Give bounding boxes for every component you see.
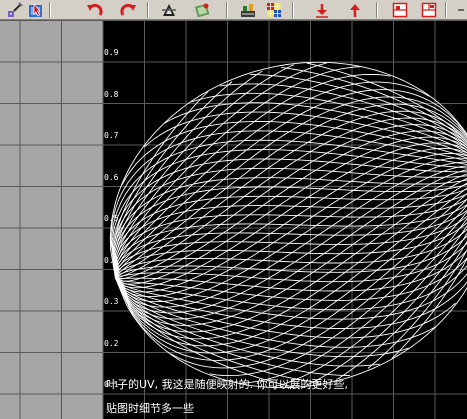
map-edit-icon[interactable] (6, 1, 24, 19)
v-tick-label: 0.4 (104, 255, 119, 265)
mesh-edge (115, 277, 294, 388)
uv-editor-toolbar (0, 0, 467, 20)
v-tick-label: 0.5 (104, 214, 119, 223)
v-tick-label: 0.2 (104, 338, 119, 348)
view-options-icon[interactable] (420, 1, 438, 19)
v-tick-label: 0.6 (104, 172, 119, 182)
mesh-edge (115, 81, 430, 279)
undo-icon[interactable] (86, 1, 104, 19)
mesh-edge (115, 66, 362, 279)
v-tick-label: 0.9 (104, 48, 119, 57)
uv-layout-icon[interactable] (239, 1, 257, 19)
flip-icon[interactable] (160, 1, 178, 19)
view-split-icon[interactable] (391, 1, 409, 19)
move-up-icon[interactable] (346, 1, 364, 19)
v-tick-label: 0.3 (104, 297, 119, 306)
uv-editor-viewport[interactable]: 0.9 0.8 0.7 0.6 0.5 0.4 0.3 0.2 0.1 叶子的UV, 我这是随便… (0, 20, 467, 419)
checker-texture-icon[interactable] (265, 1, 283, 19)
redo-icon[interactable] (119, 1, 137, 19)
move-down-icon[interactable] (313, 1, 331, 19)
v-tick-label: 0.7 (104, 131, 119, 140)
v-tick-label: 0.8 (104, 89, 119, 99)
rotate-map-icon[interactable] (193, 1, 211, 19)
caption-line-2: 贴图时细节多一些 (106, 402, 194, 415)
overflow-icon[interactable] (452, 1, 467, 19)
caption-line-1: 叶子的UV, 我这是随便映射的. 你可以展的更好些, (106, 378, 349, 391)
mesh-edge (112, 90, 209, 279)
leaf-uv-mesh[interactable] (0, 20, 467, 419)
select-uv-icon[interactable] (27, 1, 45, 19)
